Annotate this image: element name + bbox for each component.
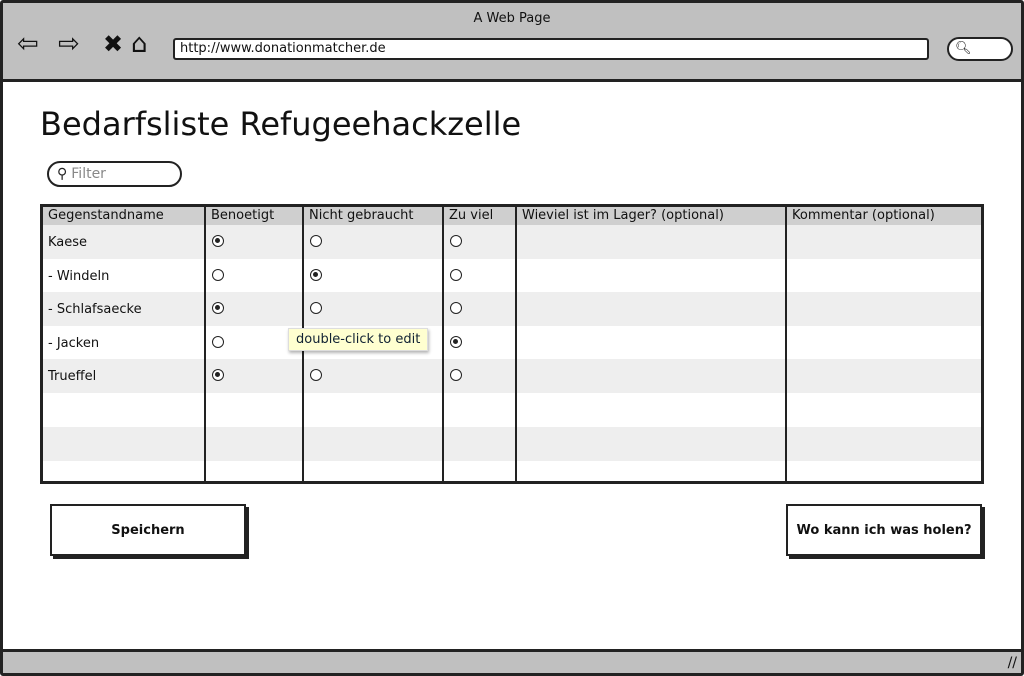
where-to-get-button[interactable]: Wo kann ich was holen? xyxy=(786,504,982,556)
item-name: Trueffel xyxy=(48,369,97,385)
status-bar: // xyxy=(3,649,1021,673)
item-name: - Windeln xyxy=(48,268,110,284)
column-divider xyxy=(442,207,444,481)
radio-zu-viel[interactable] xyxy=(450,235,462,247)
item-name: - Schlafsaecke xyxy=(48,302,142,318)
table-row[interactable] xyxy=(43,460,981,481)
column-divider xyxy=(515,207,517,481)
column-header[interactable]: Zu viel xyxy=(449,208,493,223)
column-header[interactable]: Gegenstandname xyxy=(48,208,164,223)
browser-search[interactable]: 🔍︎ xyxy=(947,37,1013,61)
radio-zu-viel[interactable] xyxy=(450,335,462,348)
table-row[interactable] xyxy=(43,292,981,327)
table-row[interactable] xyxy=(43,426,981,461)
search-icon: 🔍︎ xyxy=(955,41,972,56)
resize-grip-icon[interactable]: // xyxy=(1008,655,1017,671)
needs-table: Gegenstandname Benoetigt Nicht gebraucht Zu… xyxy=(40,204,984,484)
window-title: A Web Page xyxy=(473,11,551,26)
radio-benoetigt[interactable] xyxy=(212,268,224,281)
column-header[interactable]: Benoetigt xyxy=(211,208,274,223)
save-button[interactable]: Speichern xyxy=(50,504,246,556)
radio-nicht-gebraucht[interactable] xyxy=(310,268,322,281)
table-row[interactable] xyxy=(43,225,981,259)
radio-benoetigt[interactable] xyxy=(212,235,224,247)
column-header[interactable]: Nicht gebraucht xyxy=(309,208,414,223)
table-row[interactable] xyxy=(43,259,981,293)
radio-nicht-gebraucht[interactable] xyxy=(310,235,322,247)
browser-window: A Web Page ⇦ ⇨ ✖ ⌂ http://www.donationma… xyxy=(0,0,1024,676)
filter-placeholder: Filter xyxy=(71,166,106,182)
url-bar[interactable]: http://www.donationmatcher.de xyxy=(173,38,929,60)
filter-input[interactable]: ⚲ Filter xyxy=(47,161,182,187)
tooltip: double-click to edit xyxy=(288,328,429,351)
stop-icon[interactable]: ✖ xyxy=(103,29,123,59)
table-row[interactable] xyxy=(43,393,981,427)
column-divider xyxy=(204,207,206,481)
radio-zu-viel[interactable] xyxy=(450,268,462,281)
page-title: Bedarfsliste Refugeehackzelle xyxy=(40,105,522,143)
browser-toolbar: A Web Page ⇦ ⇨ ✖ ⌂ http://www.donationma… xyxy=(3,3,1021,82)
radio-benoetigt[interactable] xyxy=(212,335,224,348)
table-row[interactable] xyxy=(43,359,981,394)
column-header[interactable]: Kommentar (optional) xyxy=(792,208,935,223)
item-name: - Jacken xyxy=(48,335,100,351)
search-icon: ⚲ xyxy=(57,166,68,182)
forward-icon[interactable]: ⇨ xyxy=(58,29,80,59)
item-name: Kaese xyxy=(48,235,88,250)
home-icon[interactable]: ⌂ xyxy=(131,29,148,59)
column-divider xyxy=(785,207,787,481)
back-icon[interactable]: ⇦ xyxy=(17,29,39,59)
table-row[interactable] xyxy=(43,326,981,360)
column-header[interactable]: Wieviel ist im Lager? (optional) xyxy=(522,208,724,223)
